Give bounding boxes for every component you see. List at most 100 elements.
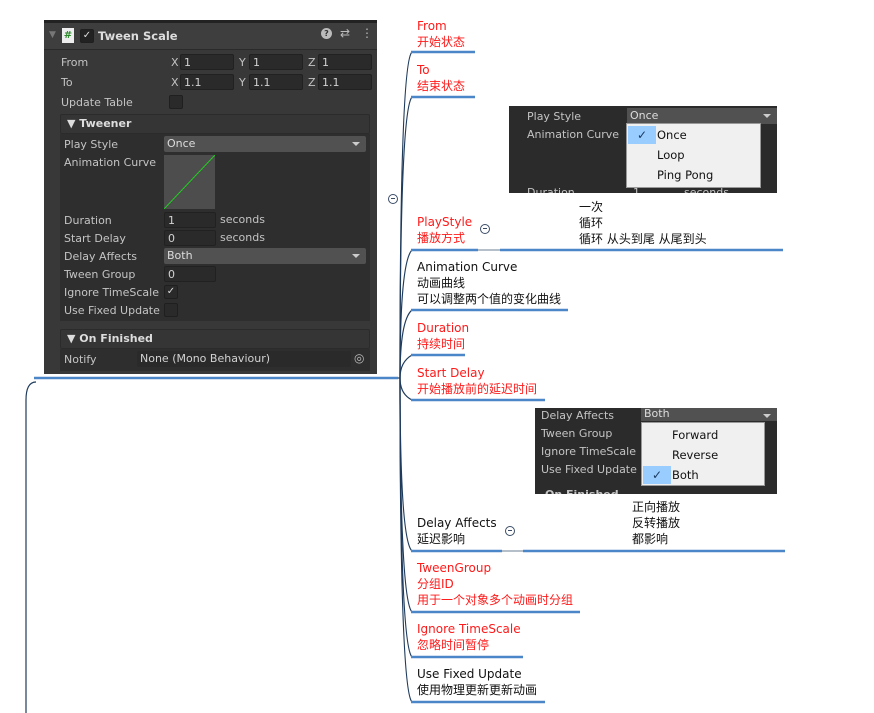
tween-group-label: Tween Group xyxy=(64,268,136,281)
collapse-toggle-icon[interactable] xyxy=(480,224,490,234)
node-text: PlayStyle xyxy=(417,215,473,229)
node-animation-curve[interactable]: Animation Curve 动画曲线 可以调整两个值的变化曲线 xyxy=(417,259,561,307)
on-finished-section-header[interactable]: ▼ On Finished xyxy=(60,329,370,349)
menu-item-loop[interactable]: Loop xyxy=(657,148,685,162)
checkmark-icon: ✓ xyxy=(643,466,671,484)
ignore-timescale-checkbox[interactable]: ✓ xyxy=(164,285,178,299)
checkmark-icon: ✓ xyxy=(628,126,656,144)
axis-y-label: Y xyxy=(239,56,246,69)
foldout-arrow-icon: ▼ xyxy=(67,332,80,345)
ignore-timescale-label: Ignore TimeScale xyxy=(541,445,636,458)
node-text: 可以调整两个值的变化曲线 xyxy=(417,292,562,306)
more-menu-icon[interactable]: ⋮ xyxy=(361,26,373,40)
play-style-popup-screenshot: Play Style Once Animation Curve Duration… xyxy=(509,106,777,193)
duration-field[interactable]: 1 xyxy=(164,212,216,228)
collapse-toggle-icon[interactable] xyxy=(388,194,398,204)
menu-item-forward[interactable]: Forward xyxy=(672,428,718,442)
use-fixed-update-label: Use Fixed Update xyxy=(541,463,637,476)
node-text: 使用物理更新更新动画 xyxy=(417,683,538,697)
start-delay-label: Start Delay xyxy=(64,232,126,245)
menu-item-once[interactable]: Once xyxy=(657,128,687,142)
on-finished-header: On Finished xyxy=(545,488,619,494)
tweener-section-header[interactable]: ▼ Tweener xyxy=(60,114,370,134)
tween-group-label: Tween Group xyxy=(541,427,613,440)
note-once: 一次 xyxy=(579,200,604,214)
tween-scale-inspector: ▼ # ✓ Tween Scale ? ⇄ ⋮ From X 1 Y 1 Z 1… xyxy=(44,20,377,374)
note-forward: 正向播放 xyxy=(632,500,681,514)
play-style-dropdown[interactable]: Once xyxy=(627,108,777,124)
from-z-field[interactable]: 1 xyxy=(318,54,372,70)
start-delay-field[interactable]: 0 xyxy=(164,230,216,246)
notify-label: Notify xyxy=(64,353,97,366)
section-title: On Finished xyxy=(79,332,153,345)
seconds-unit: seconds xyxy=(220,213,265,226)
note-both: 都影响 xyxy=(632,532,669,546)
collapse-toggle-icon[interactable] xyxy=(505,526,515,536)
node-text: To xyxy=(417,63,430,77)
node-text: From xyxy=(417,19,447,33)
foldout-arrow-icon[interactable]: ▼ xyxy=(49,30,56,40)
foldout-arrow-icon: ▼ xyxy=(67,117,80,130)
tweener-section-body: Play Style Once Animation Curve Duration… xyxy=(60,134,370,321)
on-finished-body: Notify None (Mono Behaviour) ◎ xyxy=(60,349,370,371)
note-reverse: 反转播放 xyxy=(632,516,681,530)
note-ping-pong: 循环 从头到尾 从尾到头 xyxy=(579,232,707,246)
node-duration[interactable]: Duration 持续时间 xyxy=(417,320,469,352)
duration-label: Duration xyxy=(527,186,575,193)
component-title: Tween Scale xyxy=(98,29,178,43)
node-to[interactable]: To 结束状态 xyxy=(417,62,465,94)
to-z-field[interactable]: 1.1 xyxy=(318,74,372,90)
to-y-field[interactable]: 1.1 xyxy=(249,74,303,90)
menu-item-ping-pong[interactable]: Ping Pong xyxy=(657,168,713,182)
update-table-label: Update Table xyxy=(61,96,133,109)
delay-affects-dropdown[interactable]: Both xyxy=(641,408,777,421)
delay-affects-popup-screenshot: Delay Affects Both Tween Group Ignore Ti… xyxy=(535,408,777,494)
menu-item-reverse[interactable]: Reverse xyxy=(672,448,718,462)
play-style-notes: 一次 循环 循环 从头到尾 从尾到头 xyxy=(579,199,707,247)
use-fixed-update-label: Use Fixed Update xyxy=(64,304,160,317)
node-text: 结束状态 xyxy=(417,79,466,93)
to-x-field[interactable]: 1.1 xyxy=(180,74,234,90)
axis-x-label: X xyxy=(171,76,179,89)
node-tween-group[interactable]: TweenGroup 分组ID 用于一个对象多个动画时分组 xyxy=(417,560,573,608)
to-label: To xyxy=(61,76,73,89)
node-text: Duration xyxy=(417,321,470,335)
from-x-field[interactable]: 1 xyxy=(180,54,234,70)
update-table-checkbox[interactable] xyxy=(169,95,183,109)
node-play-style[interactable]: PlayStyle 播放方式 xyxy=(417,214,472,246)
help-icon[interactable]: ? xyxy=(321,28,332,39)
axis-x-label: X xyxy=(171,56,179,69)
menu-item-both[interactable]: Both xyxy=(672,468,699,482)
use-fixed-update-checkbox[interactable] xyxy=(164,303,178,317)
play-style-dropdown[interactable]: Once xyxy=(164,136,366,152)
axis-z-label: Z xyxy=(308,56,316,69)
axis-z-label: Z xyxy=(308,76,316,89)
delay-affects-dropdown[interactable]: Both xyxy=(164,248,366,264)
node-text: 用于一个对象多个动画时分组 xyxy=(417,593,574,607)
node-from[interactable]: From 开始状态 xyxy=(417,18,465,50)
node-start-delay[interactable]: Start Delay 开始播放前的延迟时间 xyxy=(417,365,537,397)
play-style-label: Play Style xyxy=(64,138,119,151)
delay-affects-label: Delay Affects xyxy=(64,250,138,263)
animation-curve-field[interactable] xyxy=(164,155,215,209)
delay-affects-label: Delay Affects xyxy=(541,409,615,422)
section-title: Tweener xyxy=(79,117,132,130)
node-ignore-timescale[interactable]: Ignore TimeScale 忽略时间暂停 xyxy=(417,621,521,653)
component-enabled-checkbox[interactable]: ✓ xyxy=(80,29,94,43)
node-delay-affects[interactable]: Delay Affects 延迟影响 xyxy=(417,515,497,547)
node-text: 忽略时间暂停 xyxy=(417,638,490,652)
delay-affects-notes: 正向播放 反转播放 都影响 xyxy=(632,499,680,547)
object-picker-icon[interactable]: ◎ xyxy=(354,351,364,365)
presets-icon[interactable]: ⇄ xyxy=(340,26,350,40)
component-header[interactable]: ▼ # ✓ Tween Scale ? ⇄ ⋮ xyxy=(44,20,377,50)
notify-object-field[interactable]: None (Mono Behaviour) xyxy=(137,351,351,367)
play-style-label: Play Style xyxy=(527,110,582,123)
animation-curve-label: Animation Curve xyxy=(64,156,157,169)
from-y-field[interactable]: 1 xyxy=(249,54,303,70)
duration-label: Duration xyxy=(64,214,112,227)
note-loop: 循环 xyxy=(579,216,604,230)
node-text: 分组ID xyxy=(417,577,454,591)
tween-group-field[interactable]: 0 xyxy=(164,266,216,282)
node-use-fixed-update[interactable]: Use Fixed Update 使用物理更新更新动画 xyxy=(417,666,537,698)
play-style-menu: ✓ Once Loop Ping Pong xyxy=(626,123,761,188)
